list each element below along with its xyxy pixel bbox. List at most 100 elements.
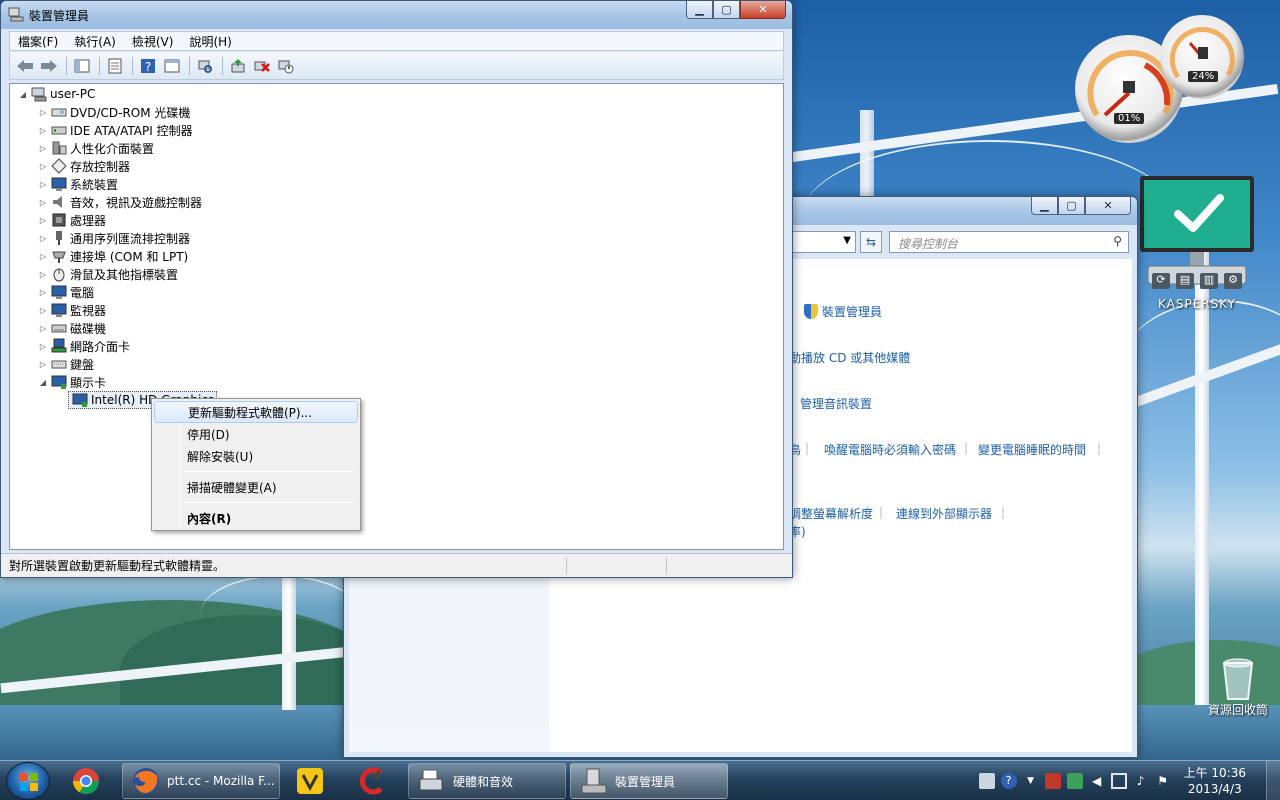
- tree-item-dvd[interactable]: ▷ DVD/CD-ROM 光碟機: [38, 103, 191, 121]
- tree-item-keyboard[interactable]: ▷ 鍵盤: [38, 355, 94, 373]
- cp-minimize-button[interactable]: ▁: [1031, 197, 1058, 215]
- recycle-bin-desktop-icon[interactable]: 資源回收筒: [1200, 655, 1276, 718]
- tree-item-storage[interactable]: ▷ 存放控制器: [38, 157, 130, 175]
- expand-triangle-icon[interactable]: ▷: [38, 252, 48, 261]
- ctx-scan-hardware[interactable]: 掃描硬體變更(A): [154, 476, 358, 498]
- collapse-triangle-icon[interactable]: ◢: [38, 378, 48, 387]
- speaker-tray-icon[interactable]: ◀: [1089, 773, 1105, 789]
- kaspersky-tray-icon[interactable]: [1044, 773, 1061, 789]
- device-manager-titlebar[interactable]: [1, 1, 792, 29]
- show-desktop-button[interactable]: [1266, 761, 1280, 800]
- cp-maximize-button[interactable]: ▢: [1058, 197, 1085, 215]
- monitor-check-icon: [1140, 176, 1254, 285]
- taskbar-hardware-sound[interactable]: 硬體和音效: [408, 763, 566, 799]
- tree-item-sound[interactable]: ▷ 音效，視訊及遊戲控制器: [38, 193, 202, 211]
- tree-item-network[interactable]: ▷ 網路介面卡: [38, 337, 130, 355]
- expand-triangle-icon[interactable]: ▷: [38, 108, 48, 117]
- cp-search-box[interactable]: 搜尋控制台 ⚲: [889, 231, 1129, 253]
- keyboard-tray-icon[interactable]: [978, 773, 995, 789]
- expand-triangle-icon[interactable]: ▷: [38, 324, 48, 333]
- show-hide-console-tree-button[interactable]: [71, 56, 93, 76]
- disable-button[interactable]: [275, 56, 297, 76]
- flag-tray-icon[interactable]: ⚑: [1155, 773, 1171, 789]
- cp-refresh-button[interactable]: ⇆: [860, 231, 882, 253]
- expand-triangle-icon[interactable]: ▷: [38, 270, 48, 279]
- expand-triangle-icon[interactable]: ▷: [38, 180, 48, 189]
- tree-item-computer[interactable]: ▷ 電腦: [38, 283, 94, 301]
- taskbar-app-yellow[interactable]: [286, 763, 342, 799]
- help-button[interactable]: ?: [137, 56, 159, 76]
- kaspersky-doc-icon[interactable]: ▥: [1200, 273, 1218, 289]
- tree-root[interactable]: ◢ user-PC: [18, 85, 95, 103]
- cp-link-resolution[interactable]: 調整螢幕解析度: [789, 505, 873, 522]
- ctx-uninstall[interactable]: 解除安裝(U): [154, 445, 358, 467]
- volume-tray-icon[interactable]: ♪: [1133, 773, 1149, 789]
- toolbar: ?: [9, 52, 784, 80]
- expand-triangle-icon[interactable]: ▷: [38, 198, 48, 207]
- menu-action[interactable]: 執行(A): [66, 33, 124, 50]
- close-button[interactable]: ✕: [740, 1, 786, 19]
- expand-triangle-icon[interactable]: ▷: [38, 162, 48, 171]
- menu-help[interactable]: 說明(H): [181, 33, 239, 50]
- minimize-button[interactable]: ▁: [686, 1, 713, 19]
- expand-triangle-icon[interactable]: ▷: [38, 234, 48, 243]
- cp-link-autoplay[interactable]: 動播放 CD 或其他媒體: [789, 349, 910, 366]
- tree-item-disk[interactable]: ▷ 磁碟機: [38, 319, 106, 337]
- cp-address-bar[interactable]: ▼: [784, 231, 856, 253]
- device-manager-window[interactable]: 裝置管理員 ▁ ▢ ✕ 檔案(F) 執行(A) 檢視(V) 說明(H) ? ◢ …: [0, 0, 793, 578]
- view-button[interactable]: [161, 56, 183, 76]
- tree-item-usb[interactable]: ▷ 通用序列匯流排控制器: [38, 229, 190, 247]
- expand-triangle-icon[interactable]: ▷: [38, 144, 48, 153]
- tree-item-system[interactable]: ▷ 系統裝置: [38, 175, 118, 193]
- expand-triangle-icon[interactable]: ▷: [38, 342, 48, 351]
- expand-triangle-icon[interactable]: ▷: [38, 288, 48, 297]
- ctx-update-driver[interactable]: 更新驅動程式軟體(P)...: [154, 401, 358, 423]
- kaspersky-update-icon[interactable]: ⟳: [1152, 273, 1170, 289]
- tree-item-display[interactable]: ◢ 顯示卡: [38, 373, 106, 391]
- taskbar-firefox[interactable]: ptt.cc - Mozilla F...: [122, 763, 280, 799]
- menu-file[interactable]: 檔案(F): [10, 33, 66, 50]
- kaspersky-gadget[interactable]: ⟳ ▤ ▥ ⚙ KASPERSKY: [1138, 176, 1256, 336]
- properties-button[interactable]: [104, 56, 126, 76]
- cp-link-sleep-time[interactable]: 變更電腦睡眠的時間: [978, 441, 1086, 458]
- expand-triangle-icon[interactable]: ▷: [38, 360, 48, 369]
- back-button[interactable]: [14, 56, 36, 76]
- tree-item-mouse[interactable]: ▷ 滑鼠及其他指標裝置: [38, 265, 178, 283]
- ctx-properties[interactable]: 內容(R): [154, 507, 358, 529]
- network-tray-icon[interactable]: [1110, 773, 1127, 789]
- start-button[interactable]: [6, 762, 50, 800]
- device-tree[interactable]: ◢ user-PC ▷ DVD/CD-ROM 光碟機 ▷ IDE ATA/ATA…: [9, 83, 784, 550]
- cp-link-wake-password[interactable]: 喚醒電腦時必須輸入密碼: [824, 441, 956, 458]
- security-tray-icon[interactable]: [1066, 773, 1083, 789]
- cp-link-device-manager[interactable]: 裝置管理員: [822, 303, 882, 320]
- taskbar-ccleaner[interactable]: [348, 763, 404, 799]
- expand-triangle-icon[interactable]: ▷: [38, 126, 48, 135]
- tree-item-hid[interactable]: ▷ 人性化介面裝置: [38, 139, 154, 157]
- cp-link-audio[interactable]: 管理音訊裝置: [800, 395, 872, 412]
- clock[interactable]: 上午 10:36 2013/4/3: [1184, 765, 1246, 797]
- memory-meter-gadget[interactable]: 24%: [1160, 15, 1244, 99]
- tree-item-ide[interactable]: ▷ IDE ATA/ATAPI 控制器: [38, 121, 193, 139]
- kaspersky-settings-icon[interactable]: ⚙: [1224, 273, 1242, 289]
- expand-triangle-icon[interactable]: ▷: [38, 306, 48, 315]
- ctx-disable[interactable]: 停用(D): [154, 423, 358, 445]
- tree-item-monitor[interactable]: ▷ 監視器: [38, 301, 106, 319]
- chevron-down-icon[interactable]: ▼: [1023, 773, 1039, 789]
- forward-button[interactable]: [38, 56, 60, 76]
- uninstall-button[interactable]: [251, 56, 273, 76]
- scan-hardware-button[interactable]: [194, 56, 216, 76]
- chevron-down-icon[interactable]: ▼: [843, 235, 851, 246]
- tree-item-processor[interactable]: ▷ 處理器: [38, 211, 106, 229]
- tree-item-ports[interactable]: ▷ 連接埠 (COM 和 LPT): [38, 247, 188, 265]
- expand-triangle-icon[interactable]: ▷: [38, 216, 48, 225]
- cp-close-button[interactable]: ✕: [1085, 197, 1131, 215]
- collapse-triangle-icon[interactable]: ◢: [18, 90, 28, 99]
- maximize-button[interactable]: ▢: [713, 1, 740, 19]
- kaspersky-report-icon[interactable]: ▤: [1176, 273, 1194, 289]
- cp-link-external-display[interactable]: 連線到外部顯示器: [896, 505, 992, 522]
- menu-view[interactable]: 檢視(V): [124, 33, 182, 50]
- taskbar-chrome[interactable]: [62, 763, 118, 799]
- help-tray-icon[interactable]: ?: [1000, 773, 1017, 789]
- update-driver-button[interactable]: [227, 56, 249, 76]
- taskbar-device-manager[interactable]: 裝置管理員: [570, 763, 728, 799]
